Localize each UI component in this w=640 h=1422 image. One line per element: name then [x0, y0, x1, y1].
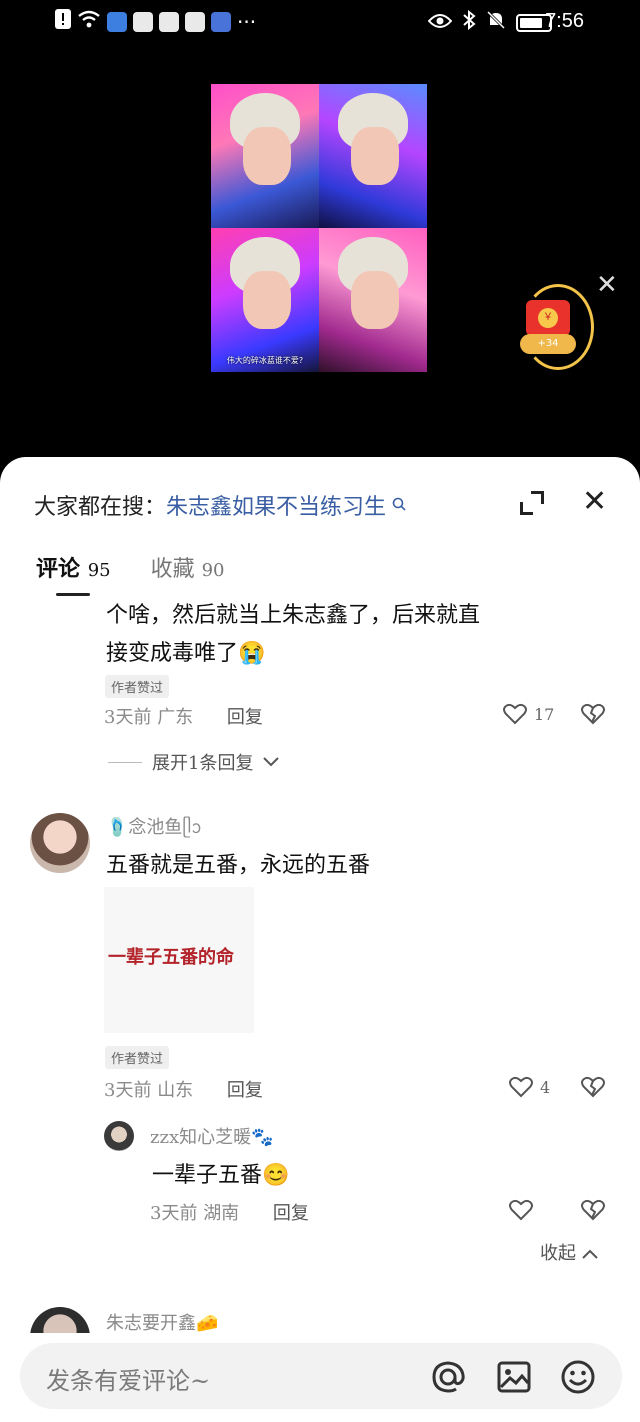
search-query: 朱志鑫如果不当练习生 — [166, 495, 387, 520]
bluetooth-icon — [462, 9, 476, 35]
reply-text: 一辈子五番😊 — [152, 1157, 289, 1189]
heart-icon — [509, 1076, 533, 1098]
tab-comments[interactable]: 评论 95 — [36, 551, 111, 583]
dislike-icon[interactable] — [580, 1197, 606, 1223]
collapse-label: 收起 — [540, 1243, 576, 1264]
comment-tabs: 评论 95 收藏 90 — [36, 551, 225, 583]
like-button[interactable]: 17 — [502, 701, 554, 727]
screen: ··· 7:56 伟大的碎冰蓝谁不爱? ￥ +34 ✕ 大家都在搜： 朱志鑫如果… — [0, 0, 640, 1422]
crying-emoji: 😭 — [238, 641, 266, 666]
chevron-up-icon — [582, 1249, 598, 1259]
dislike-icon[interactable] — [580, 701, 606, 727]
author-liked-badge: 作者赞过 — [105, 675, 170, 698]
video-frame — [319, 228, 427, 372]
comment-location: 广东 — [157, 707, 194, 728]
username[interactable]: 朱志要开鑫🧀 — [106, 1309, 218, 1335]
username[interactable]: zzx知心芝暖🐾 — [150, 1123, 274, 1149]
tab-label: 收藏 — [150, 557, 195, 582]
tab-count: 95 — [87, 560, 111, 581]
search-icon — [392, 495, 406, 516]
frame-caption: 伟大的碎冰蓝谁不爱? — [226, 356, 304, 365]
like-count: 4 — [540, 1077, 551, 1097]
comment-location: 山东 — [157, 1080, 194, 1101]
comment-image-text: 一辈子五番的命 — [108, 947, 234, 968]
paw-icon — [159, 11, 179, 32]
avatar[interactable] — [30, 813, 90, 873]
video-frame — [319, 84, 427, 228]
comment-meta: 3天前 湖南 回复 — [150, 1199, 309, 1225]
collapse-replies[interactable]: 收起 — [540, 1239, 598, 1265]
comment-input-bar: 发条有爱评论~ — [0, 1333, 640, 1422]
paw-icon — [185, 11, 205, 32]
author-liked-badge: 作者赞过 — [105, 1046, 170, 1069]
paw-icon — [133, 11, 153, 32]
video-preview[interactable]: 伟大的碎冰蓝谁不爱? — [211, 84, 427, 372]
expand-replies[interactable]: 展开1条回复 — [108, 749, 280, 775]
comment-time: 3天前 — [150, 1203, 198, 1224]
comment-meta: 3天前 广东 回复 — [104, 703, 263, 729]
tab-favorites[interactable]: 收藏 90 — [151, 551, 225, 583]
status-right — [427, 9, 552, 35]
app-icon — [107, 11, 127, 32]
username[interactable]: 🩴念池鱼ᥫᩣ — [106, 813, 202, 843]
status-bar: ··· 7:56 — [0, 0, 640, 44]
comment-text-line: 接变成毒唯了 — [106, 641, 239, 666]
close-icon[interactable]: ✕ — [596, 272, 618, 298]
alert-icon — [55, 9, 71, 34]
tab-count: 90 — [201, 560, 225, 581]
video-frame — [211, 84, 319, 228]
comment-input[interactable]: 发条有爱评论~ — [20, 1343, 622, 1409]
heart-icon[interactable] — [508, 1197, 534, 1223]
red-packet-widget[interactable]: ￥ +34 — [518, 284, 594, 370]
coin-icon: ￥ — [538, 308, 558, 328]
fullscreen-icon[interactable] — [520, 491, 544, 515]
tab-indicator — [56, 593, 90, 596]
comment-location: 湖南 — [203, 1203, 240, 1224]
smile-emoji: 😊 — [262, 1163, 290, 1188]
comment-input-placeholder: 发条有爱评论~ — [46, 1367, 211, 1395]
avatar[interactable] — [104, 1121, 134, 1151]
search-prefix: 大家都在搜： — [34, 495, 167, 520]
mute-icon — [486, 10, 506, 35]
tab-label: 评论 — [36, 556, 81, 582]
image-icon[interactable] — [496, 1359, 532, 1395]
comment-meta: 3天前 山东 回复 — [104, 1076, 263, 1102]
chevron-down-icon — [263, 757, 280, 767]
video-frame: 伟大的碎冰蓝谁不爱? — [211, 228, 319, 372]
comment-image[interactable]: 一辈子五番的命 — [104, 887, 254, 1033]
red-packet-amount: +34 — [520, 334, 576, 354]
reply-button[interactable]: 回复 — [227, 1080, 263, 1101]
reply-button[interactable]: 回复 — [227, 707, 263, 728]
status-left: ··· — [55, 9, 256, 34]
heart-icon — [503, 703, 527, 725]
reply-text-line: 一辈子五番 — [152, 1163, 263, 1188]
reply-button[interactable]: 回复 — [273, 1203, 309, 1224]
like-count: 17 — [534, 704, 555, 724]
comments-sheet: 大家都在搜： 朱志鑫如果不当练习生 ✕ 评论 95 收藏 90 个啥，然后就当上… — [0, 457, 640, 1422]
mention-icon[interactable] — [430, 1359, 466, 1395]
eye-icon — [427, 11, 453, 35]
comment-time: 3天前 — [104, 1080, 152, 1101]
dislike-icon[interactable] — [580, 1074, 606, 1100]
search-suggestion[interactable]: 大家都在搜： 朱志鑫如果不当练习生 — [34, 489, 406, 521]
comment-text: 接变成毒唯了😭 — [106, 635, 265, 667]
music-icon — [211, 11, 231, 32]
emoji-icon[interactable] — [560, 1359, 596, 1395]
status-time: 7:56 — [545, 10, 584, 32]
wifi-icon — [77, 9, 101, 34]
like-button[interactable]: 4 — [508, 1074, 550, 1100]
comment-time: 3天前 — [104, 707, 152, 728]
comment-text: 五番就是五番，永远的五番 — [106, 853, 371, 878]
expand-replies-label: 展开1条回复 — [152, 753, 254, 774]
divider — [108, 761, 142, 763]
more-status-icon: ··· — [237, 9, 257, 34]
comment-text: 个啥，然后就当上朱志鑫了，后来就直 — [106, 603, 481, 628]
close-icon[interactable]: ✕ — [582, 487, 607, 517]
